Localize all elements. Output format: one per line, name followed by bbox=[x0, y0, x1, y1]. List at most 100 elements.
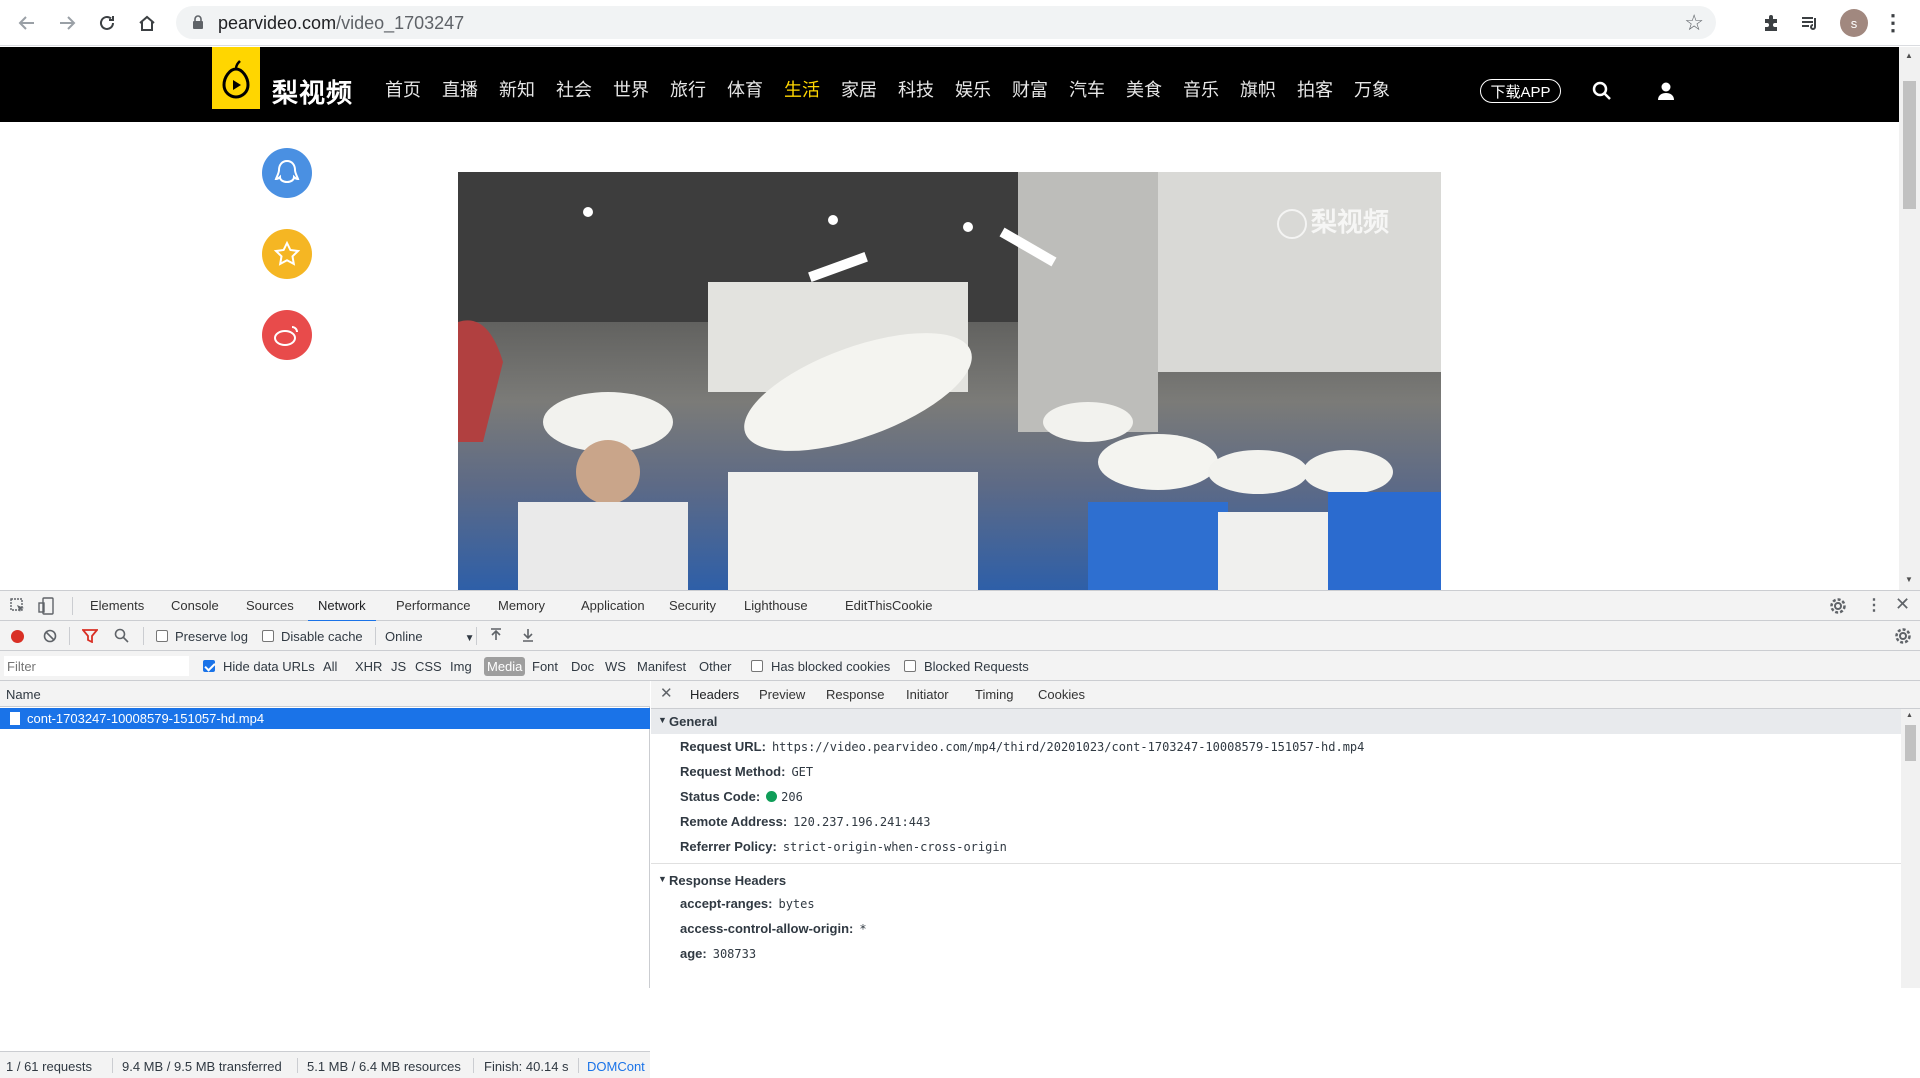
extensions-puzzle-icon[interactable] bbox=[1758, 10, 1784, 36]
resource-type-filter[interactable]: JS bbox=[391, 659, 406, 674]
devtools-settings-gear-icon[interactable] bbox=[1830, 598, 1846, 617]
table-row[interactable]: cont-1703247-10008579-151057-hd.mp4 bbox=[0, 708, 650, 729]
devtools-tab[interactable]: Elements bbox=[90, 598, 144, 613]
preserve-log-checkbox[interactable] bbox=[156, 630, 168, 642]
detail-tab[interactable]: Initiator bbox=[906, 687, 949, 702]
site-nav-item[interactable]: 社会 bbox=[556, 76, 592, 102]
site-nav-item[interactable]: 财富 bbox=[1012, 76, 1048, 102]
resource-type-filter[interactable]: CSS bbox=[415, 659, 442, 674]
devtools-close-icon[interactable]: ✕ bbox=[1895, 594, 1910, 615]
detail-tab[interactable]: Timing bbox=[975, 687, 1014, 702]
site-nav-item[interactable]: 家居 bbox=[841, 76, 877, 102]
devtools-tab[interactable]: Performance bbox=[396, 598, 470, 613]
devtools-tab[interactable]: Lighthouse bbox=[744, 598, 808, 613]
share-weibo-button[interactable] bbox=[262, 310, 312, 360]
watermark-text: 梨视频 bbox=[1310, 207, 1389, 237]
resource-type-filter[interactable]: XHR bbox=[355, 659, 382, 674]
inspect-element-icon[interactable] bbox=[10, 598, 26, 617]
video-player[interactable]: 梨视频 bbox=[458, 172, 1441, 590]
devtools-tab[interactable]: Security bbox=[669, 598, 716, 613]
reload-button[interactable] bbox=[94, 10, 120, 36]
site-nav-item[interactable]: 旗帜 bbox=[1240, 76, 1276, 102]
resource-type-filter[interactable]: Font bbox=[532, 659, 558, 674]
site-nav-item[interactable]: 科技 bbox=[898, 76, 934, 102]
site-nav-item[interactable]: 拍客 bbox=[1297, 76, 1333, 102]
bookmark-star-icon[interactable]: ☆ bbox=[1684, 10, 1704, 36]
detail-tab[interactable]: Headers bbox=[679, 687, 750, 711]
blocked-requests-checkbox[interactable] bbox=[904, 660, 916, 672]
throttling-select[interactable]: Online ▼ bbox=[385, 629, 474, 644]
record-button[interactable] bbox=[11, 630, 24, 643]
search-icon[interactable] bbox=[114, 628, 129, 646]
devtools-tab[interactable]: Application bbox=[581, 598, 645, 613]
device-toolbar-icon[interactable] bbox=[38, 597, 54, 618]
site-nav-item[interactable]: 音乐 bbox=[1183, 76, 1219, 102]
share-qzone-button[interactable] bbox=[262, 229, 312, 279]
address-bar[interactable]: pearvideo.com/video_1703247 ☆ bbox=[176, 6, 1716, 39]
hide-data-urls-checkbox[interactable] bbox=[203, 660, 215, 672]
detail-scrollbar[interactable]: ▲ bbox=[1901, 709, 1920, 988]
accept-ranges-label: accept-ranges: bbox=[680, 896, 773, 911]
remote-address-row: Remote Address: 120.237.196.241:443 bbox=[680, 814, 930, 829]
page-scrollbar-thumb[interactable] bbox=[1903, 81, 1916, 209]
site-nav-item[interactable]: 娱乐 bbox=[955, 76, 991, 102]
devtools-tab[interactable]: Memory bbox=[498, 598, 545, 613]
devtools-menu-kebab-icon[interactable]: ⋮ bbox=[1866, 595, 1882, 615]
back-button[interactable] bbox=[14, 10, 40, 36]
devtools-tab[interactable]: Sources bbox=[246, 598, 294, 613]
resource-type-filter[interactable]: WS bbox=[605, 659, 626, 674]
site-logo[interactable] bbox=[212, 47, 260, 109]
site-nav-item[interactable]: 新知 bbox=[499, 76, 535, 102]
site-nav-item[interactable]: 旅行 bbox=[670, 76, 706, 102]
site-nav-item[interactable]: 万象 bbox=[1354, 76, 1390, 102]
home-button[interactable] bbox=[134, 10, 160, 36]
devtools-tab[interactable]: Console bbox=[171, 598, 219, 613]
detail-tab[interactable]: Response bbox=[826, 687, 885, 702]
forward-button[interactable] bbox=[54, 10, 80, 36]
detail-tab[interactable]: Cookies bbox=[1038, 687, 1085, 702]
general-section-header[interactable]: ▼ General bbox=[651, 709, 1901, 734]
detail-scrollbar-thumb[interactable] bbox=[1905, 725, 1916, 761]
resource-type-filter[interactable]: Manifest bbox=[637, 659, 686, 674]
share-qq-button[interactable] bbox=[262, 148, 312, 198]
site-user-icon[interactable] bbox=[1656, 81, 1676, 106]
profile-avatar[interactable]: s bbox=[1840, 9, 1868, 37]
export-har-icon[interactable] bbox=[521, 628, 535, 645]
resource-type-filter[interactable]: Other bbox=[699, 659, 732, 674]
site-search-icon[interactable] bbox=[1592, 81, 1612, 106]
devtools-tab[interactable]: Network bbox=[308, 598, 376, 622]
scroll-down-arrow-icon[interactable]: ▼ bbox=[1905, 575, 1913, 584]
has-blocked-cookies-label: Has blocked cookies bbox=[771, 659, 891, 674]
site-nav-item[interactable]: 美食 bbox=[1126, 76, 1162, 102]
clear-button[interactable] bbox=[43, 629, 57, 646]
filter-funnel-icon[interactable] bbox=[81, 629, 99, 646]
qzone-star-icon bbox=[273, 240, 301, 266]
close-detail-icon[interactable]: ✕ bbox=[660, 684, 673, 702]
scroll-up-arrow-icon[interactable]: ▲ bbox=[1906, 712, 1913, 719]
scroll-up-arrow-icon[interactable]: ▲ bbox=[1905, 51, 1913, 60]
media-playlist-icon[interactable] bbox=[1797, 10, 1823, 36]
column-name-header[interactable]: Name bbox=[6, 687, 41, 702]
detail-tab[interactable]: Preview bbox=[759, 687, 805, 702]
filter-input[interactable] bbox=[4, 656, 189, 676]
site-nav-item[interactable]: 生活 bbox=[784, 76, 820, 102]
network-settings-gear-icon[interactable] bbox=[1895, 628, 1911, 647]
download-app-button[interactable]: 下载APP bbox=[1480, 79, 1561, 103]
resource-type-filter[interactable]: Doc bbox=[571, 659, 594, 674]
page-scrollbar[interactable]: ▲ ▼ bbox=[1899, 47, 1920, 590]
has-blocked-cookies-checkbox[interactable] bbox=[751, 660, 763, 672]
site-nav-item[interactable]: 首页 bbox=[385, 76, 421, 102]
site-nav-item[interactable]: 直播 bbox=[442, 76, 478, 102]
browser-menu-kebab-icon[interactable]: ⋮ bbox=[1880, 10, 1906, 36]
resource-type-filter[interactable]: Media bbox=[484, 657, 526, 676]
disable-cache-checkbox[interactable] bbox=[262, 630, 274, 642]
site-nav-item[interactable]: 汽车 bbox=[1069, 76, 1105, 102]
devtools-tab[interactable]: EditThisCookie bbox=[845, 598, 932, 613]
resource-type-filter[interactable]: All bbox=[323, 659, 337, 674]
site-nav-item[interactable]: 世界 bbox=[613, 76, 649, 102]
resource-type-filter[interactable]: Img bbox=[450, 659, 472, 674]
request-method-value: GET bbox=[791, 765, 814, 779]
site-nav-item[interactable]: 体育 bbox=[727, 76, 763, 102]
import-har-icon[interactable] bbox=[489, 628, 503, 645]
response-headers-section-header[interactable]: ▼ Response Headers bbox=[651, 868, 1901, 893]
